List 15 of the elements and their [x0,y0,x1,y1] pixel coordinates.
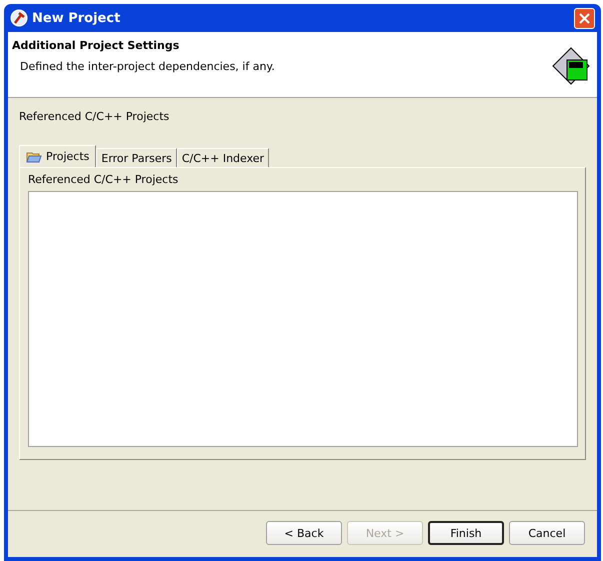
close-button[interactable] [574,8,595,28]
dialog-button[interactable]: < Back [266,521,342,545]
finish-button[interactable]: Finish [428,521,504,545]
app-icon [10,9,28,27]
header-title: Additional Project Settings [12,39,180,52]
tab[interactable]: Projects [19,145,96,167]
tab[interactable]: Error Parsers [96,148,177,167]
section-label: Referenced C/C++ Projects [19,110,170,123]
folder-icon [26,150,42,162]
tab[interactable]: C/C++ Indexer [176,148,270,167]
panel-label: Referenced C/C++ Projects [28,172,180,188]
header-description: Defined the inter-project dependencies, if any. [20,60,276,73]
window-title: New Project [32,10,122,26]
dialog-button[interactable]: Cancel [509,521,585,545]
close-icon [579,12,590,24]
